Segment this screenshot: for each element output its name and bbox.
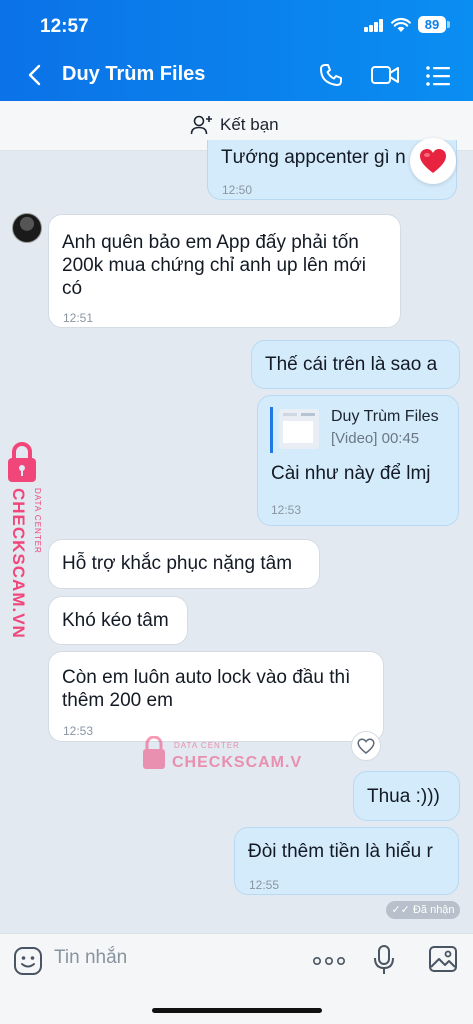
message-text-line: thêm 200 em — [62, 690, 173, 711]
double-check-icon: ✓✓ — [391, 904, 410, 916]
video-call-icon[interactable] — [370, 63, 400, 87]
message-bubble-outgoing[interactable]: Đòi thêm tiền là hiểu r 12:55 — [234, 827, 459, 895]
checkscam-side-watermark: CHECKSCAM.VN DATA CENTER — [8, 442, 42, 639]
message-text-line: có — [62, 278, 83, 299]
add-friend-icon — [190, 115, 212, 135]
message-text: Tướng appcenter gì n — [221, 147, 406, 168]
status-bar: 12:57 89 — [0, 0, 473, 50]
chat-header: 12:57 89 Duy Trùm Files — [0, 0, 473, 101]
message-bubble-incoming[interactable]: Anh quên bảo em App đấy phải tốn 200k mu… — [48, 214, 401, 328]
add-friend-label: Kết bạn — [220, 115, 279, 134]
home-indicator — [152, 1008, 322, 1013]
message-bubble-incoming[interactable]: Hỗ trợ khắc phục nặng tâm — [48, 539, 320, 589]
microphone-icon[interactable] — [372, 944, 396, 976]
message-bubble-outgoing[interactable]: Thua :))) — [353, 771, 460, 821]
cellular-signal-icon — [364, 19, 384, 32]
message-text: Hỗ trợ khắc phục nặng tâm — [62, 553, 293, 574]
delivered-label: Đã nhận — [412, 904, 455, 916]
message-bubble-incoming[interactable]: Khó kéo tâm — [48, 596, 188, 645]
heart-outline-icon — [357, 738, 375, 754]
emoji-sticker-icon[interactable] — [13, 946, 43, 976]
quoted-video-reply[interactable]: Duy Trùm Files [Video] 00:45 — [270, 407, 448, 453]
message-text: Thua :))) — [367, 786, 440, 807]
checkscam-center-watermark: DATA CENTER CHECKSCAM.VN — [143, 736, 302, 771]
react-heart-button[interactable] — [351, 731, 381, 761]
nav-bar: Duy Trùm Files — [0, 50, 473, 101]
heart-reaction-badge[interactable] — [410, 138, 456, 184]
watermark-center-tag: DATA CENTER — [174, 741, 240, 750]
phone-call-icon[interactable] — [318, 62, 344, 88]
watermark-brand-text: CHECKSCAM.VN — [9, 488, 28, 639]
message-input[interactable]: Tin nhắn — [54, 947, 127, 969]
message-text-line: 200k mua chứng chỉ anh up lên mới — [62, 255, 367, 276]
message-text: Khó kéo tâm — [62, 610, 169, 631]
message-composer: Tin nhắn — [0, 933, 473, 1024]
more-options-icon[interactable] — [313, 956, 345, 966]
message-text: Đòi thêm tiền là hiểu r — [248, 841, 433, 862]
battery-indicator: 89 — [418, 16, 446, 33]
heart-icon — [420, 149, 446, 173]
add-friend-button[interactable]: Kết bạn — [190, 114, 279, 136]
quoted-video-label: [Video] 00:45 — [331, 430, 420, 447]
watermark-tag-text: DATA CENTER — [33, 488, 42, 554]
menu-list-icon[interactable] — [425, 64, 451, 88]
delivered-status-badge: ✓✓ Đã nhận — [386, 901, 460, 919]
message-time: 12:51 — [63, 311, 94, 325]
message-bubble-outgoing[interactable]: Thế cái trên là sao a — [251, 340, 460, 389]
back-arrow-icon[interactable] — [24, 62, 48, 88]
status-time: 12:57 — [40, 16, 89, 37]
sender-avatar[interactable] — [12, 213, 42, 243]
message-time: 12:53 — [63, 724, 94, 738]
message-text: Cài như này để lmj — [271, 463, 431, 484]
message-time: 12:53 — [271, 503, 302, 517]
message-text: Thế cái trên là sao a — [265, 354, 438, 375]
watermark-center-brand: CHECKSCAM.VN — [172, 754, 302, 771]
message-time: 12:50 — [222, 183, 253, 197]
quoted-sender-name: Duy Trùm Files — [331, 408, 439, 425]
battery-tip — [447, 21, 450, 28]
image-gallery-icon[interactable] — [428, 945, 458, 973]
message-time: 12:55 — [249, 878, 280, 892]
chat-title[interactable]: Duy Trùm Files — [62, 63, 205, 86]
message-bubble-incoming[interactable]: Còn em luôn auto lock vào đầu thì thêm 2… — [48, 651, 384, 742]
video-thumbnail — [279, 409, 319, 449]
wifi-icon — [391, 17, 411, 32]
